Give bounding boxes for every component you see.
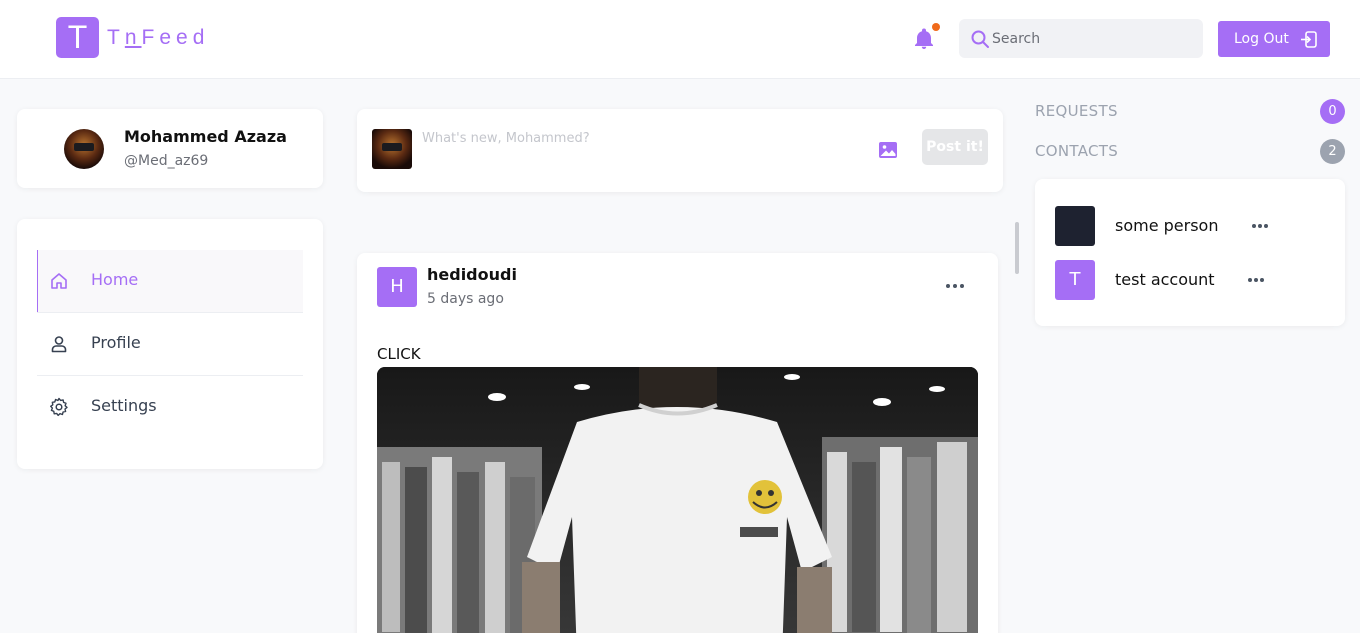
contact-name: test account bbox=[1115, 270, 1215, 289]
more-options-icon[interactable] bbox=[1252, 224, 1272, 230]
post-card: H hedidoudi 5 days ago CLICK bbox=[357, 253, 998, 633]
user-icon bbox=[51, 336, 67, 353]
gear-icon bbox=[50, 397, 68, 417]
scrollbar-thumb[interactable] bbox=[1015, 222, 1019, 274]
contact-item[interactable]: T test account bbox=[1055, 260, 1325, 300]
logo-text[interactable]: TnFeed bbox=[107, 26, 209, 50]
logo-mark[interactable]: T bbox=[56, 17, 99, 58]
logo-text-part-2: n bbox=[124, 26, 142, 49]
nav-item-home[interactable]: Home bbox=[37, 250, 303, 312]
post-composer: Post it! bbox=[357, 109, 1003, 192]
contacts-list: some person T test account bbox=[1035, 179, 1345, 326]
search-input[interactable] bbox=[992, 19, 1192, 58]
nav-item-label: Settings bbox=[91, 396, 157, 415]
profile-card[interactable]: Mohammed Azaza @Med_az69 bbox=[17, 109, 323, 188]
post-input[interactable] bbox=[422, 127, 842, 149]
requests-label[interactable]: REQUESTS bbox=[1035, 102, 1118, 120]
notification-dot bbox=[932, 23, 940, 31]
post-photo bbox=[377, 367, 978, 633]
post-timestamp: 5 days ago bbox=[427, 291, 504, 307]
nav-item-label: Profile bbox=[91, 333, 141, 352]
nav-item-label: Home bbox=[91, 270, 139, 289]
contact-item[interactable]: some person bbox=[1055, 206, 1325, 246]
logout-icon bbox=[1301, 31, 1317, 48]
nav-item-settings[interactable]: Settings bbox=[37, 376, 303, 438]
contacts-count-badge: 2 bbox=[1320, 139, 1345, 164]
avatar: T bbox=[1055, 260, 1095, 300]
profile-name: Mohammed Azaza bbox=[124, 127, 287, 146]
more-options-icon[interactable] bbox=[946, 284, 966, 290]
profile-handle: @Med_az69 bbox=[124, 153, 209, 169]
contacts-label[interactable]: CONTACTS bbox=[1035, 142, 1118, 160]
logout-button[interactable]: Log Out bbox=[1218, 21, 1330, 57]
logout-label: Log Out bbox=[1234, 31, 1289, 47]
logo-text-part-3: Feed bbox=[141, 26, 210, 49]
contact-name: some person bbox=[1115, 216, 1219, 235]
nav-item-profile[interactable]: Profile bbox=[37, 313, 303, 375]
avatar[interactable]: H bbox=[377, 267, 417, 307]
more-options-icon[interactable] bbox=[1248, 278, 1268, 284]
avatar bbox=[372, 129, 412, 169]
bell-icon[interactable] bbox=[912, 27, 936, 51]
post-text: CLICK bbox=[377, 345, 421, 363]
home-icon bbox=[51, 273, 67, 289]
search-box[interactable] bbox=[959, 19, 1203, 58]
logo-text-part-1: T bbox=[107, 26, 125, 49]
post-button[interactable]: Post it! bbox=[922, 129, 988, 165]
search-icon bbox=[971, 30, 989, 48]
avatar bbox=[1055, 206, 1095, 246]
requests-count-badge: 0 bbox=[1320, 99, 1345, 124]
avatar[interactable] bbox=[64, 129, 104, 169]
post-image[interactable] bbox=[377, 367, 978, 633]
top-bar: T TnFeed Log Out bbox=[0, 0, 1360, 79]
post-author[interactable]: hedidoudi bbox=[427, 265, 517, 284]
image-upload-icon[interactable] bbox=[878, 140, 898, 160]
nav-menu: Home Profile Settings bbox=[17, 219, 323, 469]
